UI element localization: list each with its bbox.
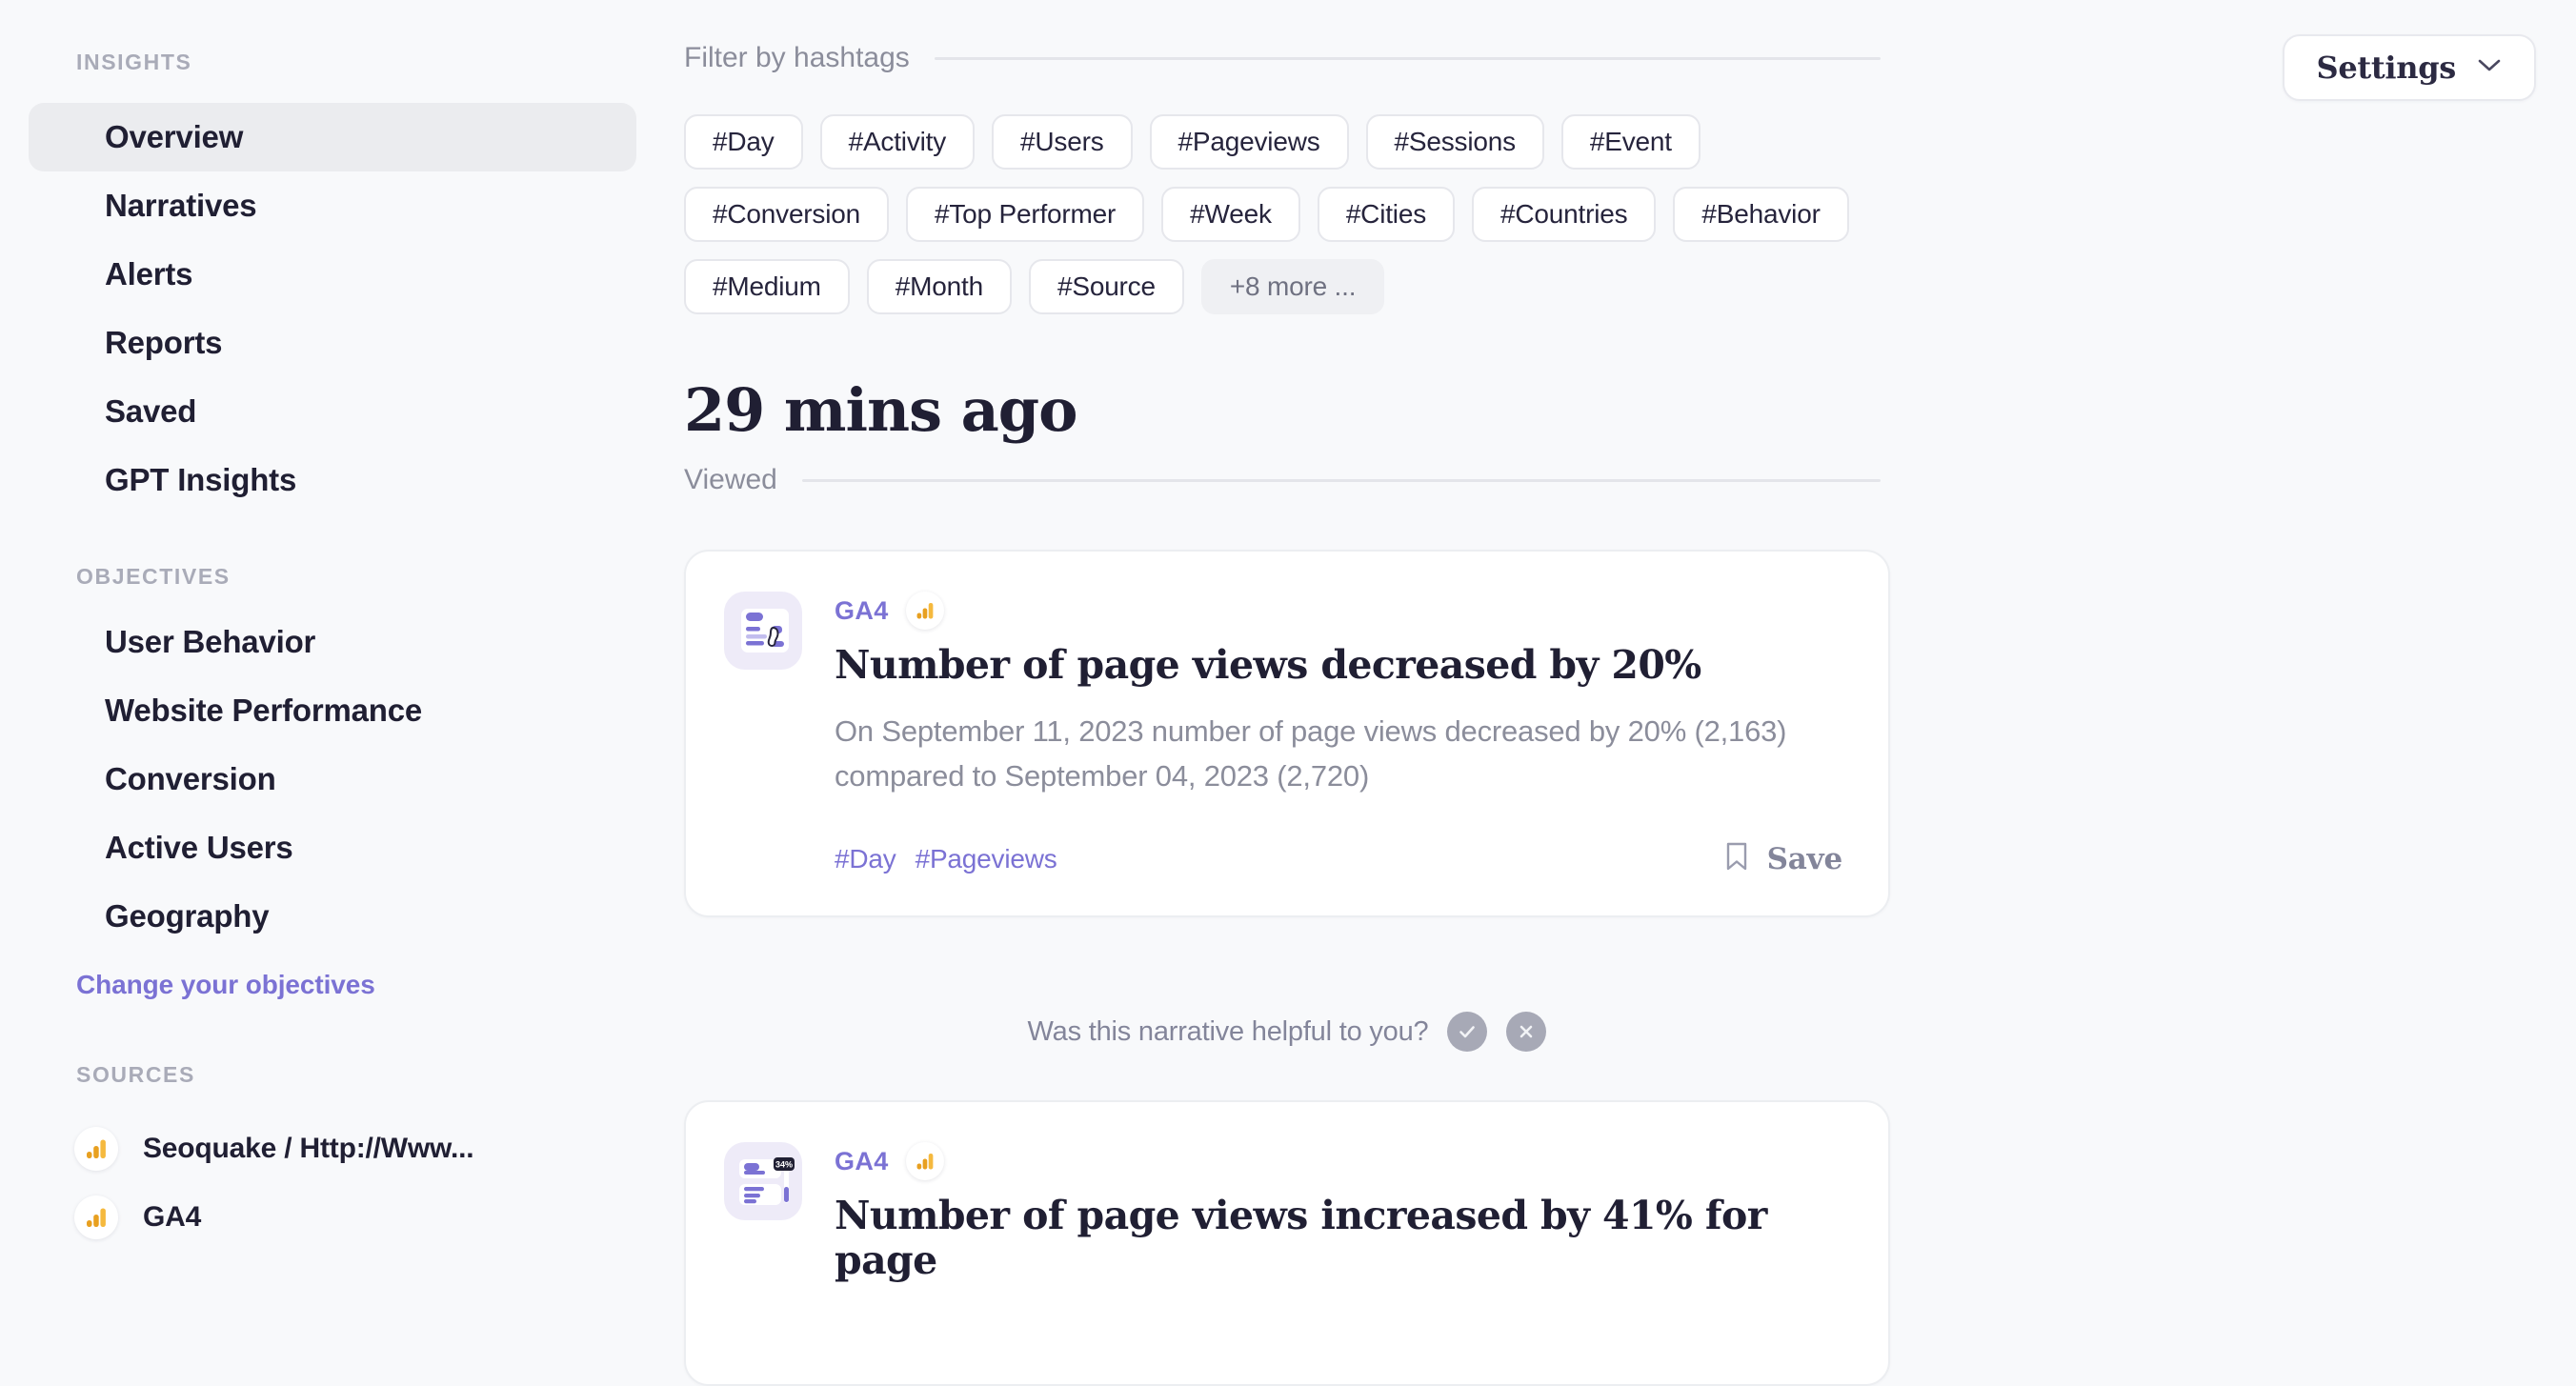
hashtag-chip-countries[interactable]: #Countries	[1472, 187, 1657, 242]
settings-label: Settings	[2316, 50, 2457, 86]
narrative-card[interactable]: GA4 Number of page views decreased by 20…	[684, 550, 1890, 918]
hashtag-chip-pageviews[interactable]: #Pageviews	[1149, 114, 1349, 170]
sidebar-source-seoquake[interactable]: Seoquake / Http://Www...	[0, 1115, 684, 1183]
divider	[934, 56, 1881, 60]
sidebar-item-alerts[interactable]: Alerts	[29, 240, 636, 309]
sidebar-section-label-sources: SOURCES	[76, 1062, 195, 1087]
feedback-question: Was this narrative helpful to you?	[1027, 1015, 1429, 1047]
sidebar-item-label: Saved	[105, 393, 197, 429]
sidebar-item-conversion[interactable]: Conversion	[29, 745, 636, 814]
narrative-card-footer: #Day #Pageviews Save	[835, 840, 1842, 877]
narrative-card-body: GA4 Number of page views increased by 41…	[835, 1142, 1842, 1346]
sidebar-item-label: Overview	[105, 119, 244, 154]
narrative-tag-pageviews[interactable]: #Pageviews	[916, 844, 1057, 874]
narrative-card[interactable]: 34% GA4 Number of page views increased b…	[684, 1100, 1890, 1386]
settings-button[interactable]: Settings	[2282, 34, 2536, 101]
sidebar-item-label: Geography	[105, 898, 270, 934]
narrative-feedback-row: Was this narrative helpful to you?	[684, 1012, 1890, 1052]
sidebar-section-label-objectives: OBJECTIVES	[76, 564, 231, 589]
sidebar-item-user-behavior[interactable]: User Behavior	[29, 608, 636, 676]
sidebar: INSIGHTS Overview Narratives Alerts Repo…	[0, 0, 684, 1246]
ga-bars-icon	[905, 592, 944, 630]
hashtag-chip-day[interactable]: #Day	[684, 114, 803, 170]
sidebar-section-objectives: OBJECTIVES	[0, 564, 231, 590]
hashtag-chip-cities[interactable]: #Cities	[1317, 187, 1455, 242]
sidebar-section-label-insights: INSIGHTS	[76, 50, 192, 74]
check-circle-icon[interactable]	[1447, 1012, 1488, 1052]
hashtag-chip-top-performer[interactable]: #Top Performer	[906, 187, 1145, 242]
sidebar-item-reports[interactable]: Reports	[29, 309, 636, 377]
sidebar-item-label: Conversion	[105, 761, 276, 796]
sidebar-item-overview[interactable]: Overview	[29, 103, 636, 171]
sidebar-source-label: GA4	[143, 1201, 202, 1233]
chevron-down-icon	[2477, 58, 2502, 78]
filter-title: Filter by hashtags	[684, 42, 910, 73]
feed-status-label: Viewed	[684, 464, 777, 495]
narrative-card-body: GA4 Number of page views decreased by 20…	[835, 592, 1842, 877]
ga-bars-icon	[905, 1142, 944, 1180]
save-label: Save	[1766, 841, 1843, 876]
sidebar-item-gpt-insights[interactable]: GPT Insights	[29, 446, 636, 514]
narrative-source-name: GA4	[835, 1146, 889, 1175]
sidebar-item-label: Website Performance	[105, 693, 423, 728]
feed-status-header: Viewed	[684, 464, 1894, 496]
ga-bars-icon	[74, 1195, 118, 1239]
sidebar-item-saved[interactable]: Saved	[29, 377, 636, 446]
sidebar-item-label: GPT Insights	[105, 462, 297, 497]
hashtag-chip-week[interactable]: #Week	[1161, 187, 1300, 242]
hashtag-chip-users[interactable]: #Users	[992, 114, 1133, 170]
feed-time-heading: 29 mins ago	[684, 375, 1077, 445]
sidebar-item-label: User Behavior	[105, 624, 316, 659]
hashtag-chip-medium[interactable]: #Medium	[684, 259, 850, 314]
hashtag-chip-source[interactable]: #Source	[1028, 259, 1184, 314]
save-button[interactable]: Save	[1723, 840, 1842, 877]
sidebar-item-active-users[interactable]: Active Users	[29, 814, 636, 882]
divider	[801, 478, 1881, 482]
sidebar-item-narratives[interactable]: Narratives	[29, 171, 636, 240]
ga-bars-icon	[74, 1127, 118, 1171]
change-objectives-link[interactable]: Change your objectives	[0, 970, 375, 1000]
hashtag-chip-sessions[interactable]: #Sessions	[1365, 114, 1544, 170]
sidebar-item-geography[interactable]: Geography	[29, 882, 636, 951]
sidebar-section-sources: SOURCES	[0, 1062, 195, 1088]
sidebar-item-label: Narratives	[105, 188, 257, 223]
main-content: Settings Filter by hashtags #Day #Activi…	[684, 0, 2576, 1386]
narrative-cursor-icon	[724, 592, 802, 670]
sidebar-source-ga4[interactable]: GA4	[0, 1183, 684, 1252]
narrative-tags: #Day #Pageviews	[835, 844, 1057, 874]
hashtag-chip-more[interactable]: +8 more ...	[1200, 259, 1385, 314]
narrative-text: On September 11, 2023 number of page vie…	[835, 714, 1787, 793]
filter-header: Filter by hashtags	[684, 42, 1894, 74]
narrative-source-row: GA4	[835, 592, 1842, 630]
hashtag-chip-event[interactable]: #Event	[1560, 114, 1701, 170]
hashtag-chip-activity[interactable]: #Activity	[819, 114, 976, 170]
narrative-source-name: GA4	[835, 595, 889, 625]
hashtag-chip-behavior[interactable]: #Behavior	[1673, 187, 1849, 242]
svg-text:34%: 34%	[775, 1160, 793, 1170]
x-circle-icon[interactable]	[1506, 1012, 1547, 1052]
narrative-title: Number of page views increased by 41% fo…	[835, 1193, 1767, 1284]
sidebar-item-label: Active Users	[105, 830, 293, 865]
hashtag-chip-conversion[interactable]: #Conversion	[684, 187, 889, 242]
sidebar-item-label: Alerts	[105, 256, 193, 291]
narrative-tag-day[interactable]: #Day	[835, 844, 896, 874]
sidebar-source-label: Seoquake / Http://Www...	[143, 1133, 474, 1164]
bookmark-icon	[1723, 840, 1750, 877]
sidebar-item-website-performance[interactable]: Website Performance	[29, 676, 636, 745]
narrative-badge-icon: 34%	[724, 1142, 802, 1220]
hashtag-chip-month[interactable]: #Month	[866, 259, 1012, 314]
narrative-title: Number of page views decreased by 20%	[835, 642, 1701, 688]
narrative-source-row: GA4	[835, 1142, 1842, 1180]
sidebar-item-label: Reports	[105, 325, 223, 360]
sidebar-section-insights: INSIGHTS	[0, 50, 191, 75]
hashtag-filter-chips: #Day #Activity #Users #Pageviews #Sessio…	[684, 114, 1856, 314]
